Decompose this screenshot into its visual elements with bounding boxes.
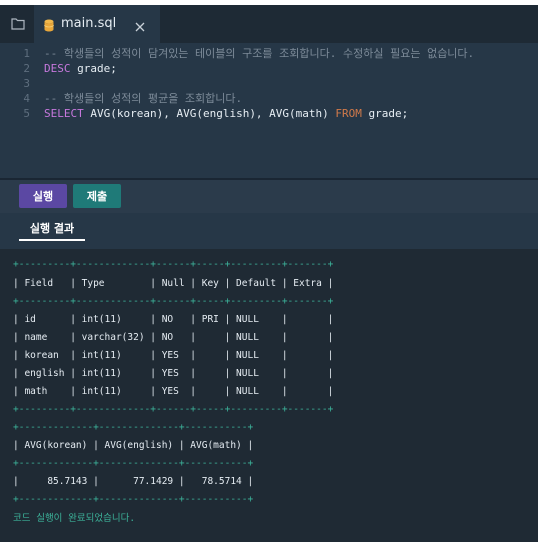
code-text: -- 학생들의 성적의 평균을 조회합니다. [44,91,242,106]
code-token: FROM [335,107,362,120]
line-number: 4 [23,92,30,105]
line-number: 1 [23,47,30,60]
output-line: | english | int(11) | YES | | NULL | | [13,368,334,379]
output-line: +-------------+--------------+----------… [13,458,254,469]
line-number: 5 [23,107,30,120]
code-token: grade; [70,62,117,75]
action-bar: 실행 제출 [0,180,538,213]
output-line: +-------------+--------------+----------… [13,494,254,505]
output-line: | id | int(11) | NO | PRI | NULL | | [13,314,334,325]
code-editor[interactable]: 1 -- 학생들의 성적이 담겨있는 테이블의 구조를 조회합니다. 수정하실 필… [0,43,538,178]
status-message: 코드 실행이 완료되었습니다. [13,513,136,524]
output-line: +---------+-------------+------+-----+--… [13,404,334,415]
database-icon [44,17,54,32]
output-line: +---------+-------------+------+-----+--… [13,259,334,270]
output-line: +---------+-------------+------+-----+--… [13,296,334,307]
sql-editor-window: main.sql 1 -- 학생들의 성적이 담겨있는 테이블의 구조를 조회합니… [0,5,538,542]
tab-main-sql[interactable]: main.sql [34,5,160,43]
output-line: | korean | int(11) | YES | | NULL | | [13,350,334,361]
close-icon[interactable] [134,18,146,32]
code-token: -- 학생들의 성적의 평균을 조회합니다. [44,92,243,105]
folder-icon[interactable] [11,15,25,30]
console-output: 코드 실행이 완료되었습니다. +---------+-------------… [0,249,538,542]
results-panel: 실행 결과 코드 실행이 완료되었습니다. +---------+-------… [0,213,538,542]
code-token: SELECT [44,107,84,120]
code-token: -- 학생들의 성적이 담겨있는 테이블의 구조를 조회합니다. 수정하실 필요… [44,47,475,60]
code-line[interactable]: 5 SELECT AVG(korean), AVG(english), AVG(m… [0,106,538,121]
code-text: DESC grade; [44,61,117,76]
output-line: | 85.7143 | 77.1429 | 78.5714 | [13,476,254,487]
line-number: 3 [23,77,30,90]
code-line[interactable]: 1 -- 학생들의 성적이 담겨있는 테이블의 구조를 조회합니다. 수정하실 필… [0,46,538,61]
code-line[interactable]: 3 [0,76,538,91]
output-line: | name | varchar(32) | NO | | NULL | | [13,332,334,343]
tab-label: main.sql [61,16,117,31]
code-token: grade; [361,107,409,120]
output-line: +-------------+--------------+----------… [13,422,254,433]
run-button[interactable]: 실행 [19,184,67,208]
output-line: | Field | Type | Null | Key | Default | … [13,278,334,289]
tab-bar: main.sql [0,5,538,43]
code-text: -- 학생들의 성적이 담겨있는 테이블의 구조를 조회합니다. 수정하실 필요… [44,46,474,61]
code-line[interactable]: 2 DESC grade; [0,61,538,76]
line-number: 2 [23,62,30,75]
code-line[interactable]: 4 -- 학생들의 성적의 평균을 조회합니다. [0,91,538,106]
code-token: AVG(korean), AVG(english), AVG(math) [83,107,336,120]
output-line: | math | int(11) | YES | | NULL | | [13,386,334,397]
output-line: | AVG(korean) | AVG(english) | AVG(math)… [13,440,254,451]
code-text: SELECT AVG(korean), AVG(english), AVG(ma… [44,106,408,121]
submit-button[interactable]: 제출 [73,184,121,208]
code-token: DESC [44,62,71,75]
active-tab-indicator [19,239,85,241]
